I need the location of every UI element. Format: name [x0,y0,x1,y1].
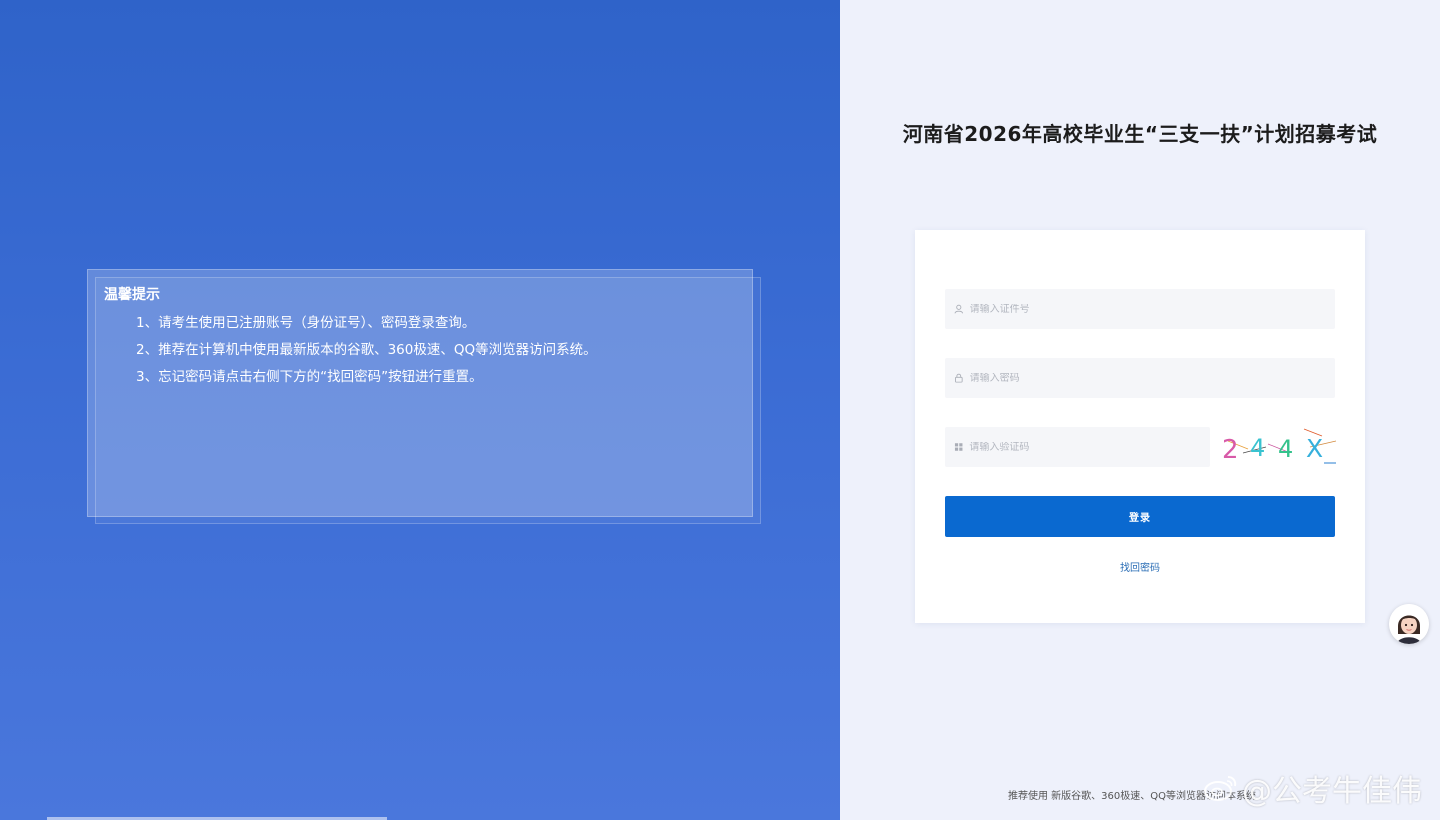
password-input[interactable] [969,372,1335,384]
notice-title: 温馨提示 [104,287,160,303]
lock-icon [955,373,963,383]
password-field[interactable] [945,358,1335,398]
notice-box: 温馨提示 1、请考生使用已注册账号（身份证号）、密码登录查询。 2、推荐在计算机… [87,269,753,517]
assistant-avatar[interactable] [1389,604,1429,644]
page-title: 河南省2026年高校毕业生“三支一扶”计划招募考试 [902,122,1378,146]
id-input[interactable] [969,303,1335,315]
captcha-char: 2 [1222,435,1239,465]
login-button[interactable]: 登录 [945,496,1335,537]
grid-icon [954,443,963,451]
login-card: 2 4 4 X 登录 找回密码 [915,230,1365,623]
captcha-input[interactable] [969,441,1210,453]
user-icon [954,304,964,314]
right-panel: 河南省2026年高校毕业生“三支一扶”计划招募考试 请输入证件号 请输入验证码 … [840,0,1440,820]
forgot-password-link[interactable]: 找回密码 [915,559,1365,574]
notice-item: 3、忘记密码请点击右侧下方的“找回密码”按钮进行重置。 [136,369,483,385]
avatar-icon [1389,604,1429,644]
watermark: @公考牛佳伟 [1202,766,1422,810]
weibo-icon [1204,776,1237,801]
captcha-field[interactable] [945,427,1210,467]
captcha-char: 4 [1278,435,1293,463]
notice-item: 1、请考生使用已注册账号（身份证号）、密码登录查询。 [136,315,476,331]
captcha-image[interactable]: 2 4 4 X [1218,427,1338,467]
id-field[interactable] [945,289,1335,329]
captcha-char: 4 [1250,434,1265,462]
watermark-text: @公考牛佳伟 [1242,774,1422,809]
captcha-char: X [1306,434,1323,463]
left-panel: 温馨提示 1、请考生使用已注册账号（身份证号）、密码登录查询。 2、推荐在计算机… [0,0,840,820]
notice-item: 2、推荐在计算机中使用最新版本的谷歌、360极速、QQ等浏览器访问系统。 [136,342,597,358]
